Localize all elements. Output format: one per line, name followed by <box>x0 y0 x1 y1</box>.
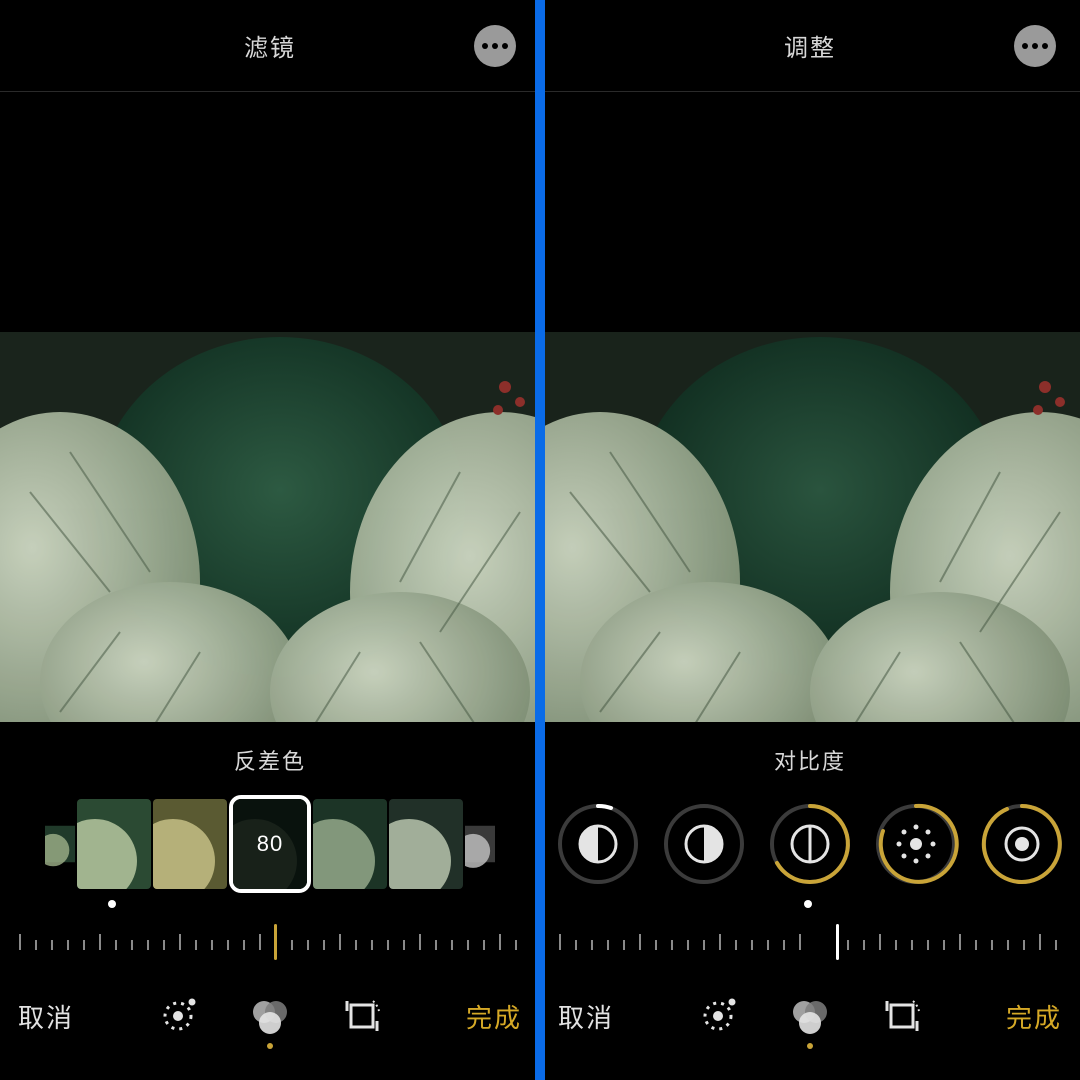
done-button[interactable]: 完成 <box>1006 998 1062 1035</box>
intensity-slider[interactable] <box>0 920 540 968</box>
filter-thumb-selected[interactable]: 80 <box>229 795 311 893</box>
current-filter-label: 反差色 <box>0 722 540 794</box>
adjust-controls: 对比度 <box>540 722 1080 1080</box>
filter-intensity-value: 80 <box>233 799 307 889</box>
header: 滤镜 <box>0 0 540 92</box>
header-title: 滤镜 <box>244 28 296 63</box>
adjust-dial-strip[interactable] <box>540 794 1080 894</box>
filter-thumb[interactable] <box>153 799 227 889</box>
image-preview[interactable] <box>0 92 540 722</box>
slider-indicator[interactable] <box>274 924 277 960</box>
adjust-position-indicator-row <box>540 894 1080 916</box>
filter-thumb[interactable] <box>45 799 75 889</box>
current-adjust-label: 对比度 <box>540 722 1080 794</box>
adjust-mode-icon[interactable] <box>695 993 741 1039</box>
header-title: 调整 <box>784 28 836 63</box>
footer: 取消 完成 <box>540 968 1080 1064</box>
done-button[interactable]: 完成 <box>466 998 522 1035</box>
adjust-dial-contrast[interactable] <box>767 801 853 887</box>
filter-thumb[interactable] <box>77 799 151 889</box>
position-dot <box>804 900 812 908</box>
filter-thumb[interactable] <box>313 799 387 889</box>
crop-mode-icon[interactable] <box>879 993 925 1039</box>
more-button[interactable] <box>1014 25 1056 67</box>
image-preview[interactable] <box>540 92 1080 722</box>
footer: 取消 完成 <box>0 968 540 1064</box>
comparison-divider <box>535 0 545 1080</box>
value-slider[interactable] <box>540 920 1080 968</box>
filter-thumb[interactable] <box>389 799 463 889</box>
filter-controls: 反差色 80 <box>0 722 540 1080</box>
crop-mode-icon[interactable] <box>339 993 385 1039</box>
more-button[interactable] <box>474 25 516 67</box>
preview-photo <box>540 332 1080 722</box>
adjust-dial-black-point[interactable] <box>979 801 1065 887</box>
position-dot <box>108 900 116 908</box>
filters-mode-icon[interactable] <box>787 993 833 1039</box>
filter-position-indicator-row <box>0 894 540 916</box>
ruler-ticks <box>0 920 540 968</box>
filters-mode-icon[interactable] <box>247 993 293 1039</box>
preview-photo <box>0 332 540 722</box>
ruler-ticks <box>540 920 1080 968</box>
pane-filters: 滤镜 <box>0 0 540 1080</box>
filter-thumbnail-strip[interactable]: 80 <box>0 794 540 894</box>
adjust-dial-exposure[interactable] <box>555 801 641 887</box>
cancel-button[interactable]: 取消 <box>18 998 74 1035</box>
pane-adjust: 调整 <box>540 0 1080 1080</box>
mode-switcher <box>695 993 925 1039</box>
mode-switcher <box>155 993 385 1039</box>
adjust-dial-highlights[interactable] <box>661 801 747 887</box>
adjust-dial-brightness[interactable] <box>873 801 959 887</box>
slider-indicator[interactable] <box>836 924 839 960</box>
cancel-button[interactable]: 取消 <box>558 998 614 1035</box>
filter-thumb[interactable] <box>465 799 495 889</box>
adjust-mode-icon[interactable] <box>155 993 201 1039</box>
header: 调整 <box>540 0 1080 92</box>
